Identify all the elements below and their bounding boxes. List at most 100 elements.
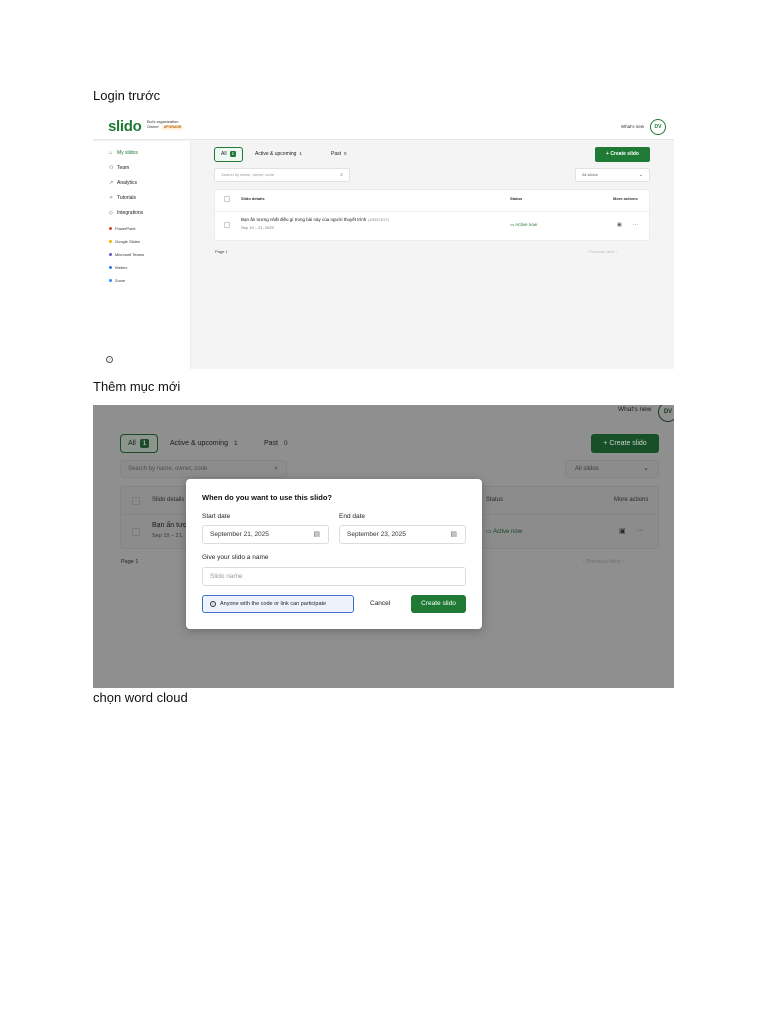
screenshot-create-slido-dialog: What's new DV All 1 Active & upcoming 1 Pa… bbox=[93, 405, 674, 688]
sidebar: ⌂ My slidos ⚇ Team ↗ Analytics ✧ Tutorials ◇… bbox=[93, 141, 191, 369]
org-role: Owner bbox=[147, 124, 159, 129]
column-header-details: Slido details bbox=[152, 497, 185, 503]
pagination-controls[interactable]: ‹ Previous Next › bbox=[583, 559, 624, 565]
slidos-filter-select[interactable]: All slidos ⌄ bbox=[575, 168, 650, 182]
integration-powerpoint[interactable]: PowerPoint bbox=[109, 226, 135, 231]
tab-label: Past bbox=[264, 440, 279, 447]
integration-microsoft-teams[interactable]: Microsoft Teams bbox=[109, 252, 144, 257]
teams-icon bbox=[109, 253, 112, 257]
slidos-filter-select[interactable]: All slidos ⌄ bbox=[565, 460, 659, 478]
tab-count: 0 bbox=[284, 440, 288, 447]
row-checkbox[interactable] bbox=[224, 222, 230, 228]
sidebar-item-team[interactable]: ⚇ Team bbox=[109, 165, 129, 171]
more-options-icon[interactable]: ··· bbox=[637, 527, 644, 534]
whats-new-link[interactable]: What's new bbox=[621, 124, 644, 129]
end-date-label: End date bbox=[339, 513, 366, 520]
page-indicator: Page 1 bbox=[215, 249, 228, 254]
row-checkbox[interactable] bbox=[132, 528, 140, 536]
tab-count: 1 bbox=[139, 439, 150, 448]
analytics-icon: ↗ bbox=[109, 180, 114, 186]
status-text: Active now bbox=[515, 222, 538, 227]
tab-past[interactable]: Past 0 bbox=[331, 151, 347, 157]
webex-icon bbox=[109, 266, 112, 270]
slido-title[interactable]: Bạn ấn tượng nhất điều gì trong bài này … bbox=[241, 217, 389, 222]
present-icon[interactable]: ▣ bbox=[617, 222, 622, 228]
integration-label: Microsoft Teams bbox=[115, 252, 145, 257]
caption-word-cloud: chọn word cloud bbox=[93, 690, 188, 705]
cancel-button[interactable]: Cancel bbox=[370, 595, 390, 613]
slido-code: (#3357617) bbox=[368, 217, 389, 222]
help-icon[interactable]: ? bbox=[106, 356, 113, 363]
pagination-controls[interactable]: ‹ Previous Next › bbox=[587, 249, 617, 254]
tab-label: Active & upcoming bbox=[170, 440, 228, 447]
tab-active-upcoming[interactable]: Active & upcoming 1 bbox=[255, 151, 302, 157]
integration-label: PowerPoint bbox=[115, 226, 136, 231]
sidebar-item-tutorials[interactable]: ✧ Tutorials bbox=[109, 195, 136, 201]
slidos-table: Slido details Status More actions Bạn ấn… bbox=[214, 189, 650, 241]
end-date-picker[interactable]: September 23, 2025 ▤ bbox=[339, 525, 466, 544]
tab-all[interactable]: All 1 bbox=[120, 434, 158, 453]
status-badge: ▭ Active now bbox=[486, 528, 522, 535]
chevron-down-icon: ⌄ bbox=[643, 465, 649, 472]
sidebar-item-my-slidos[interactable]: ⌂ My slidos bbox=[109, 150, 138, 156]
team-icon: ⚇ bbox=[109, 165, 114, 171]
slido-name-label: Give your slido a name bbox=[202, 554, 269, 561]
tab-past[interactable]: Past 0 bbox=[264, 440, 288, 447]
upgrade-badge[interactable]: UPGRADE bbox=[161, 125, 184, 130]
tab-label: All bbox=[221, 151, 227, 157]
search-icon: ⌕ bbox=[340, 172, 343, 178]
tab-active-upcoming[interactable]: Active & upcoming 1 bbox=[170, 440, 238, 447]
info-icon: i bbox=[210, 600, 216, 607]
chevron-down-icon: ⌄ bbox=[638, 172, 643, 178]
google-slides-icon bbox=[109, 240, 112, 244]
sidebar-item-analytics[interactable]: ↗ Analytics bbox=[109, 180, 137, 186]
select-all-checkbox[interactable] bbox=[132, 497, 140, 505]
integration-label: Webex bbox=[115, 265, 128, 270]
top-bar: slido Bui's organization Owner UPGRADE Wh… bbox=[93, 113, 674, 140]
divider bbox=[215, 211, 649, 212]
select-all-checkbox[interactable] bbox=[224, 196, 230, 202]
create-slido-button[interactable]: + Create slido bbox=[595, 147, 650, 162]
sidebar-item-integrations[interactable]: ◇ Integrations bbox=[109, 210, 143, 216]
column-header-status: Status bbox=[486, 497, 504, 503]
status-text: Active now bbox=[493, 529, 523, 535]
more-options-icon[interactable]: ··· bbox=[633, 222, 638, 228]
present-icon[interactable]: ▣ bbox=[619, 527, 626, 535]
create-slido-button[interactable]: + Create slido bbox=[591, 434, 659, 453]
start-date-picker[interactable]: September 21, 2025 ▤ bbox=[202, 525, 329, 544]
slido-title-text: Bạn ấn tượng nhất điều gì trong bài này … bbox=[241, 217, 367, 222]
integration-google-slides[interactable]: Google Slides bbox=[109, 239, 140, 244]
search-input[interactable]: Search by name, owner, code ⌕ bbox=[214, 168, 350, 182]
integrations-icon: ◇ bbox=[109, 210, 113, 216]
live-icon: ▭ bbox=[486, 529, 494, 535]
search-input[interactable]: Search by name, owner, code ⌕ bbox=[120, 460, 287, 478]
avatar[interactable]: DV bbox=[658, 405, 674, 422]
whats-new-link[interactable]: What's new bbox=[618, 406, 651, 413]
column-header-details: Slido details bbox=[241, 196, 265, 201]
avatar[interactable]: DV bbox=[650, 119, 666, 135]
create-slido-dialog: When do you want to use this slido? Star… bbox=[186, 479, 482, 629]
sidebar-item-label: Analytics bbox=[117, 180, 138, 186]
screenshot-slido-dashboard: slido Bui's organization Owner UPGRADE Wh… bbox=[93, 113, 674, 369]
slido-name-input[interactable]: Slido name bbox=[202, 567, 466, 586]
sidebar-item-label: Integrations bbox=[117, 210, 144, 216]
slido-title[interactable]: Bạn ấn tượ bbox=[152, 522, 187, 529]
tab-label: Active & upcoming bbox=[255, 151, 297, 157]
search-placeholder: Search by name, owner, code bbox=[221, 172, 274, 177]
dialog-title: When do you want to use this slido? bbox=[202, 493, 332, 502]
tab-all[interactable]: All 1 bbox=[214, 147, 244, 162]
integration-label: Google Slides bbox=[115, 239, 140, 244]
org-switcher[interactable]: Bui's organization Owner UPGRADE bbox=[147, 119, 184, 130]
integration-webex[interactable]: Webex bbox=[109, 265, 127, 270]
create-slido-confirm-button[interactable]: Create slido bbox=[411, 595, 466, 613]
search-placeholder: Search by name, owner, code bbox=[128, 466, 208, 472]
slido-logo[interactable]: slido bbox=[108, 118, 142, 135]
participation-info-text: Anyone with the code or link can partici… bbox=[220, 601, 327, 607]
sidebar-item-label: Tutorials bbox=[117, 195, 136, 201]
participation-info-button[interactable]: i Anyone with the code or link can partic… bbox=[202, 595, 354, 613]
tab-count: 1 bbox=[299, 151, 302, 156]
home-icon: ⌂ bbox=[109, 150, 113, 156]
integration-zoom[interactable]: Zoom bbox=[109, 278, 125, 283]
tab-count: 1 bbox=[229, 151, 237, 157]
end-date-value: September 23, 2025 bbox=[347, 531, 406, 538]
